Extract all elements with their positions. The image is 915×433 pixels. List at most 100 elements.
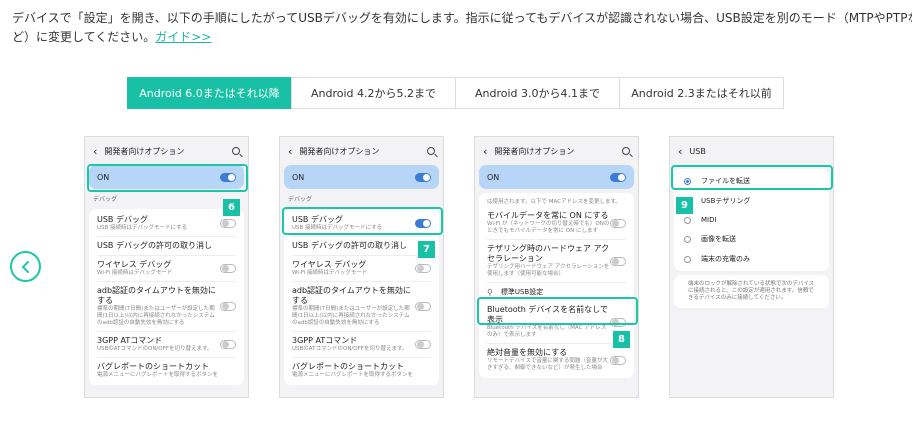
- row-title: USB デバッグ: [97, 215, 148, 224]
- back-arrow-icon: ‹: [483, 144, 488, 158]
- screen-header: ‹ 開発者向けオプション: [85, 137, 248, 165]
- screenshot-step-6: ‹ 開発者向けオプション ON デバッグ USB デバッグ USB 接続時はデバッ…: [84, 136, 249, 398]
- row-title: 絶対音量を無効にする: [487, 348, 568, 357]
- tab-android-6[interactable]: Android 6.0またはそれ以降: [127, 77, 292, 109]
- developer-options-on-bar: ON: [284, 165, 439, 189]
- list-item: モバイルデータを常に ON にする Wi-Fi が（ネットワークの切り替え時でも）…: [487, 207, 626, 240]
- android-version-tabs: Android 6.0またはそれ以降 Android 4.2から5.2まで An…: [127, 77, 784, 109]
- row-subtitle: リモートデバイスで音量に関する問題（音量が大きすぎる、制御できないなど）が発生し…: [487, 358, 608, 371]
- option-label: MIDI: [701, 216, 717, 224]
- screen-title: 開発者向けオプション: [104, 146, 185, 156]
- tab-android-3-0[interactable]: Android 3.0から4.1まで: [455, 77, 620, 109]
- radio-icon: [684, 235, 691, 243]
- usb-note: 端末のロックが解除されている状態で次のデバイスに接続されると、この設定が適用され…: [688, 281, 815, 301]
- list-item: バグレポートのショートカット 電源メニューにバグレポートを取得するボタンを: [97, 358, 236, 383]
- screenshot-step-9: ‹ USB ファイルを転送 USBテザリング MIDI 画像を転送 端末の充電の…: [669, 136, 834, 398]
- search-icon: [622, 147, 630, 155]
- list-item: 3GPP ATコマンド USBのATコマンドのON/OFFを切り替えます。: [292, 332, 431, 358]
- toggle-off-icon: [610, 355, 626, 365]
- tab-android-4-2[interactable]: Android 4.2から5.2まで: [291, 77, 456, 109]
- search-icon: [232, 147, 240, 155]
- toggle-off-icon: [220, 340, 236, 349]
- list-item: ワイヤレス デバッグ Wi-Fi 接続時はデバッグモード: [292, 256, 431, 282]
- chevron-left-icon: [21, 260, 29, 273]
- radio-icon: [684, 216, 691, 224]
- row-subtitle: 標準の期間(7日間)またはユーザーが設定した期間(1日以上)以内に再接続されなか…: [292, 306, 410, 326]
- screen-header: ‹ 開発者向けオプション: [280, 137, 443, 165]
- toggle-off-icon: [220, 302, 236, 311]
- row-title: 3GPP ATコマンド: [97, 336, 163, 345]
- toggle-on-icon: [415, 172, 431, 182]
- screen-title: USB: [689, 146, 706, 156]
- screenshot-step-7: ‹ 開発者向けオプション ON デバッグ USB デバッグ USB 接続時はデバッ…: [279, 136, 444, 398]
- toggle-on-icon: [610, 172, 626, 182]
- toggle-off-icon: [415, 302, 431, 311]
- toggle-off-icon: [415, 264, 431, 273]
- row-subtitle: Bluetooth デバイスを名前なし（MAC アドレスのみ）で表示します: [487, 325, 607, 338]
- highlight-on-bar: [87, 164, 248, 192]
- toggle-off-icon: [220, 219, 236, 228]
- intro-text: デバイスで「設定」を開き、以下の手順にしたがってUSBデバッグを有効にします。指…: [12, 9, 912, 47]
- settings-list: は使用されます。以下で MACアドレスを変更します。 モバイルデータを常に ON…: [479, 193, 634, 378]
- toggle-off-icon: [415, 340, 431, 349]
- tab-android-2-3[interactable]: Android 2.3またはそれ以前: [619, 77, 784, 109]
- usb-config-label: 標準USB設定: [500, 288, 544, 296]
- row-title: ワイヤレス デバッグ: [292, 260, 367, 269]
- highlight-file-transfer: [671, 165, 833, 190]
- intro-line-1: デバイスで「設定」を開き、以下の手順にしたがってUSBデバッグを有効にします。指…: [12, 11, 912, 25]
- row-subtitle: 電源メニューにバグレポートを取得するボタンを: [292, 372, 414, 378]
- row-subtitle: Wi-Fi が（ネットワークの切り替え時でも）ONのときでもモバイルデータを常に…: [487, 221, 610, 234]
- step-badge: 6: [223, 199, 240, 216]
- row-subtitle: 電源メニューにバグレポートを取得するボタンを: [97, 372, 219, 378]
- row-subtitle: USB 接続時はデバッグモードにする: [97, 225, 188, 231]
- previous-button[interactable]: [10, 251, 41, 282]
- guide-link[interactable]: ガイド>>: [155, 30, 211, 44]
- toggle-off-icon: [220, 264, 236, 273]
- step-badge: 8: [613, 331, 630, 348]
- intro-line-2: ど）に変更してください。: [12, 30, 156, 44]
- row-title: ワイヤレス デバッグ: [97, 260, 172, 269]
- list-item: 3GPP ATコマンド USBのATコマンドのON/OFFを切り替えます。: [97, 332, 236, 358]
- row-title: バグレポートのショートカット: [292, 362, 404, 371]
- highlight-usb-config: [477, 297, 638, 325]
- screen-title: 開発者向けオプション: [494, 146, 575, 156]
- top-note: は使用されます。以下で MACアドレスを変更します。: [487, 199, 621, 205]
- on-label: ON: [292, 172, 305, 182]
- usb-note-panel: 端末のロックが解除されている状態で次のデバイスに接続されると、この設定が適用され…: [674, 275, 829, 308]
- list-item: USB デバッグの許可の取り消し: [292, 237, 431, 256]
- row-subtitle: USBのATコマンドのON/OFFを切り替えます。: [292, 346, 408, 352]
- row-title: モバイルデータを常に ON にする: [487, 211, 609, 220]
- screen-title: 開発者向けオプション: [299, 146, 380, 156]
- radio-option: USBテザリング: [684, 191, 819, 211]
- row-title: adb認証のタイムアウトを無効にする: [97, 286, 216, 305]
- list-item: adb認証のタイムアウトを無効にする 標準の期間(7日間)またはユーザーが設定した…: [97, 282, 236, 332]
- row-title: バグレポートのショートカット: [97, 362, 209, 371]
- row-title: adb認証のタイムアウトを無効にする: [292, 286, 411, 305]
- list-item: 絶対音量を無効にする リモートデバイスで音量に関する問題（音量が大きすぎる、制御で…: [487, 344, 626, 376]
- list-item: adb認証のタイムアウトを無効にする 標準の期間(7日間)またはユーザーが設定した…: [292, 282, 431, 332]
- screenshot-step-8: ‹ 開発者向けオプション ON は使用されます。以下で MACアドレスを変更しま…: [474, 136, 639, 398]
- radio-option: 端末の充電のみ: [684, 249, 819, 269]
- back-arrow-icon: ‹: [288, 144, 293, 158]
- section-label: デバッグ: [288, 196, 313, 203]
- list-item: USB デバッグの許可の取り消し: [97, 237, 236, 256]
- row-subtitle: テザリング用ハードウェア アクセラレーションを使用します（使用可能な場合）: [487, 264, 610, 277]
- screen-header: ‹ 開発者向けオプション: [475, 137, 638, 165]
- row-title: USB デバッグの許可の取り消し: [97, 241, 212, 250]
- developer-options-on-bar: ON: [479, 165, 634, 189]
- screen-header: ‹ USB: [670, 137, 833, 165]
- toggle-off-icon: [610, 256, 626, 266]
- row-title: テザリング時のハードウェア アクセラレーション: [487, 244, 610, 263]
- option-label: 端末の充電のみ: [701, 255, 750, 263]
- row-subtitle: USBのATコマンドのON/OFFを切り替えます。: [97, 346, 213, 352]
- toggle-off-icon: [610, 218, 626, 228]
- highlight-usb-debug: [282, 207, 443, 235]
- row-title: 3GPP ATコマンド: [292, 336, 358, 345]
- list-item: USB デバッグ USB 接続時はデバッグモードにする: [97, 211, 236, 237]
- radio-option: MIDI: [684, 211, 819, 229]
- radio-icon: [684, 255, 691, 263]
- step-badge: 7: [418, 241, 435, 258]
- option-label: 画像を転送: [701, 235, 736, 243]
- search-icon: [427, 147, 435, 155]
- settings-list: USB デバッグ USB 接続時はデバッグモードにする USB デバッグの許可の取…: [89, 209, 244, 385]
